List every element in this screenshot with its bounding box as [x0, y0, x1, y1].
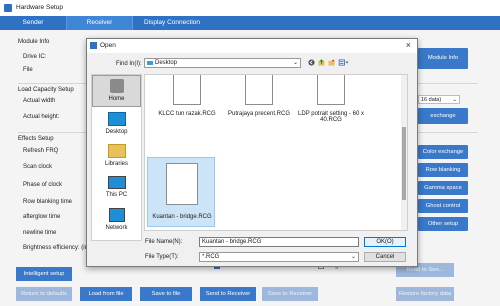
tab-display-connection[interactable]: Display Connection [132, 16, 212, 30]
file-item-selected[interactable]: Kuantan - bridge.RCG [147, 157, 215, 227]
view-menu-icon[interactable] [338, 59, 350, 66]
gamma-space-button[interactable]: Gamma space [418, 181, 468, 195]
refresh-frq-label: Refresh FRQ [23, 148, 59, 154]
dialog-title: Open [100, 42, 116, 49]
tab-sender[interactable]: Sender [0, 16, 66, 30]
places-bar: Home Desktop Libraries This PC Network [91, 74, 142, 241]
exchange-button[interactable]: exchange [418, 108, 468, 124]
ok-button[interactable]: OK(O) [364, 237, 406, 247]
file-list: KLCC tun razak.RCG Putrajaya precent.RCG… [144, 74, 408, 231]
file-item[interactable]: Putrajaya precent.RCG [225, 75, 293, 117]
phase-of-clock-label: Phase of clock [23, 182, 63, 188]
document-icon [166, 163, 198, 205]
desktop-icon [147, 61, 153, 65]
place-libraries-label: Libraries [104, 161, 128, 167]
load-capacity-heading: Load Capacity Setup [18, 87, 74, 93]
file-label: File [23, 67, 33, 73]
newline-time-label: newline time [23, 230, 57, 236]
file-name: Kuantan - bridge.RCG [152, 214, 212, 220]
actual-width-label: Actual width [23, 98, 56, 104]
data-group-select[interactable]: 16 data) ⌄ [418, 95, 460, 104]
java-icon [90, 42, 97, 49]
data-group-select-value: 16 data) [421, 97, 442, 103]
row-blanking-button[interactable]: Row blanking [418, 163, 468, 177]
file-name: LDP potrait setting - 60 x 40.RCG [298, 111, 364, 123]
return-to-defaults-button[interactable]: Return to defaults [16, 287, 72, 301]
find-in-label: Find In(I): [116, 61, 142, 67]
home-icon [109, 79, 124, 93]
vertical-scrollbar[interactable] [401, 75, 407, 230]
row-blanking-time-label: Row blanking time [23, 199, 73, 205]
find-in-combo[interactable]: Desktop ⌄ [144, 58, 301, 68]
place-home-label: Home [108, 96, 125, 102]
document-icon [245, 75, 273, 105]
restore-factory-data-button[interactable]: Restore factory data [396, 287, 454, 301]
file-name-label: File Name(N): [145, 239, 183, 245]
place-network[interactable]: Network [92, 205, 141, 235]
chevron-down-icon: ⌄ [292, 60, 298, 66]
place-desktop-label: Desktop [105, 129, 128, 135]
place-this-pc-label: This PC [105, 192, 128, 198]
drive-ic-label: Drive IC: [23, 54, 47, 60]
network-icon [108, 208, 125, 222]
file-name-input[interactable]: Kuantan - bridge.RCG [199, 237, 359, 247]
document-icon [317, 75, 345, 105]
send-to-receiver-button[interactable]: Send to Receiver [200, 287, 256, 301]
back-icon[interactable] [308, 59, 315, 66]
find-in-value: Desktop [155, 60, 178, 66]
place-home[interactable]: Home [92, 75, 141, 107]
new-folder-icon[interactable] [328, 59, 335, 66]
save-to-receiver-button[interactable]: Save to Receiver [262, 287, 318, 301]
brightness-efficiency-label: Brightness efficiency: (in [23, 245, 88, 251]
other-setup-button[interactable]: Other setup [418, 217, 468, 231]
computer-icon [107, 176, 126, 189]
place-this-pc[interactable]: This PC [92, 173, 141, 203]
file-name: KLCC tun razak.RCG [158, 111, 216, 117]
file-type-label: File Type(T): [145, 254, 179, 260]
open-dialog: Open × Find In(I): Desktop ⌄ Home Deskto… [86, 38, 418, 267]
save-to-file-button[interactable]: Save to file [140, 287, 192, 301]
file-name: Putrajaya precent.RCG [227, 111, 291, 117]
window-title: Hardware Setup [16, 4, 63, 11]
document-icon [173, 75, 201, 105]
afterglow-time-label: afterglow time [23, 214, 61, 220]
actual-height-label: Actual height: [23, 114, 60, 120]
folder-icon [107, 144, 126, 158]
title-bar: Hardware Setup [0, 0, 500, 17]
file-type-select[interactable]: *.RCG ⌄ [199, 252, 359, 262]
place-desktop[interactable]: Desktop [92, 109, 141, 139]
place-libraries[interactable]: Libraries [92, 141, 141, 171]
dialog-title-bar: Open × [87, 39, 417, 53]
tab-receiver[interactable]: Receiver [66, 16, 133, 30]
file-item[interactable]: LDP potrait setting - 60 x 40.RCG [297, 75, 365, 123]
scan-clock-label: Scan clock [23, 164, 53, 170]
file-item[interactable]: KLCC tun razak.RCG [153, 75, 221, 117]
load-from-file-button[interactable]: Load from file [80, 287, 132, 301]
effects-heading: Effects Setup [18, 136, 54, 142]
file-type-value: *.RCG [202, 254, 220, 260]
color-exchange-button[interactable]: Color exchange [418, 145, 468, 159]
tab-bar: Sender Receiver Display Connection [0, 16, 500, 30]
scrollbar-thumb[interactable] [402, 127, 406, 200]
app-icon [4, 4, 12, 12]
close-icon[interactable]: × [406, 40, 411, 50]
desktop-icon [107, 112, 126, 126]
cancel-button[interactable]: Cancel [364, 252, 406, 262]
chevron-down-icon: ⌄ [350, 254, 356, 260]
module-info-heading: Module Info [18, 39, 50, 45]
chevron-down-icon: ⌄ [452, 97, 457, 103]
module-info-button[interactable]: Module Info [418, 48, 468, 69]
ghost-control-button[interactable]: Ghost control [418, 199, 468, 213]
place-network-label: Network [105, 225, 128, 231]
intelligent-setup-button[interactable]: Intelligent setup [16, 267, 72, 281]
up-folder-icon[interactable] [318, 59, 325, 66]
